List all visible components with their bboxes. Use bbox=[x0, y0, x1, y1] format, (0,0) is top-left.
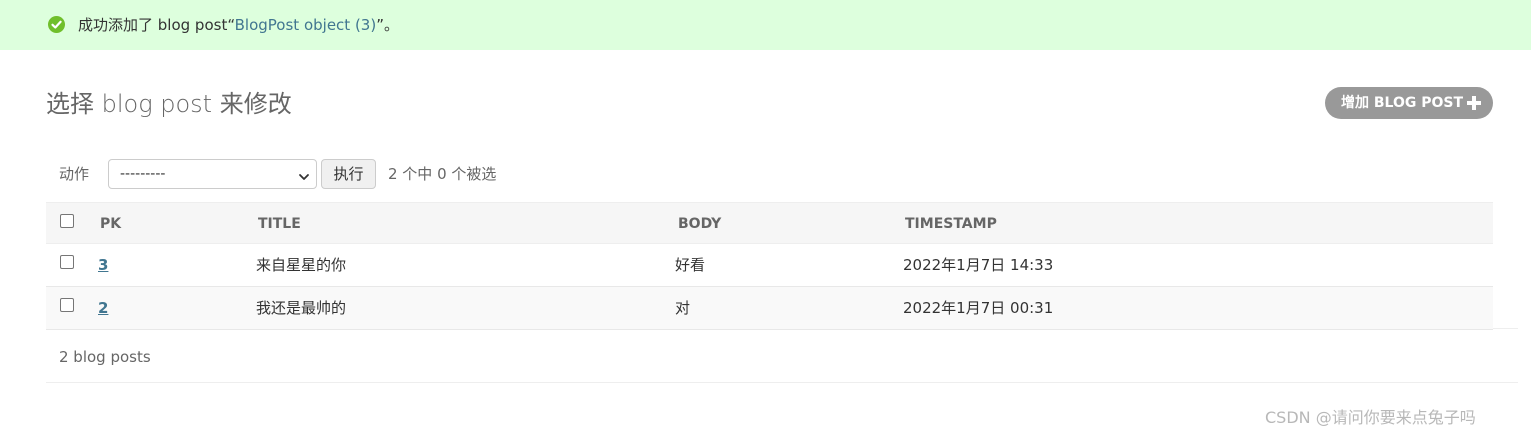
divider bbox=[1493, 328, 1518, 329]
admin-changelist-page: 成功添加了 blog post“BlogPost object (3)”。 选择… bbox=[0, 0, 1531, 437]
action-select-value: --------- bbox=[120, 166, 166, 182]
column-header-title[interactable]: TITLE bbox=[258, 215, 301, 233]
new-object-link[interactable]: BlogPost object (3) bbox=[235, 16, 377, 34]
column-header-body[interactable]: BODY bbox=[678, 215, 721, 233]
row-title: 我还是最帅的 bbox=[256, 299, 347, 317]
row-body: 好看 bbox=[675, 256, 706, 274]
add-blog-post-button[interactable]: 增加 BLOG POST bbox=[1325, 87, 1493, 119]
row-body: 对 bbox=[675, 299, 691, 317]
divider bbox=[46, 382, 1518, 383]
add-button-label: 增加 BLOG POST bbox=[1341, 95, 1464, 111]
row-timestamp: 2022年1月7日 14:33 bbox=[903, 256, 1054, 274]
row-checkbox[interactable] bbox=[60, 255, 74, 269]
page-title: 选择 blog post 来修改 bbox=[46, 90, 292, 118]
row-pk-link[interactable]: 2 bbox=[98, 299, 108, 318]
paginator-count: 2 blog posts bbox=[59, 348, 151, 366]
row-checkbox[interactable] bbox=[60, 298, 74, 312]
table-header: PK TITLE BODY TIMESTAMP bbox=[46, 202, 1493, 244]
column-header-pk[interactable]: PK bbox=[100, 215, 121, 233]
column-header-timestamp[interactable]: TIMESTAMP bbox=[905, 215, 997, 233]
action-select[interactable]: --------- bbox=[108, 159, 317, 189]
watermark: CSDN @请问你要来点兔子吗 bbox=[1265, 408, 1476, 427]
table-row: 2 我还是最帅的 对 2022年1月7日 00:31 bbox=[46, 287, 1493, 330]
check-circle-icon bbox=[48, 16, 65, 33]
row-title: 来自星星的你 bbox=[256, 256, 347, 274]
results-table: PK TITLE BODY TIMESTAMP 3 来自星星的你 好看 2022… bbox=[46, 202, 1493, 330]
run-action-button[interactable]: 执行 bbox=[321, 159, 376, 189]
table-row: 3 来自星星的你 好看 2022年1月7日 14:33 bbox=[46, 244, 1493, 287]
row-pk-link[interactable]: 3 bbox=[98, 256, 108, 275]
success-message: 成功添加了 blog post“BlogPost object (3)”。 bbox=[0, 0, 1531, 50]
row-timestamp: 2022年1月7日 00:31 bbox=[903, 299, 1054, 317]
actions-label: 动作 bbox=[59, 165, 90, 183]
chevron-down-icon bbox=[298, 168, 310, 180]
success-message-text: 成功添加了 blog post“BlogPost object (3)”。 bbox=[78, 15, 399, 35]
plus-icon bbox=[1467, 96, 1481, 110]
selected-count: 2 个中 0 个被选 bbox=[388, 165, 497, 183]
select-all-checkbox[interactable] bbox=[60, 214, 74, 228]
message-suffix: ”。 bbox=[376, 16, 399, 34]
message-prefix: 成功添加了 blog post“ bbox=[78, 16, 235, 34]
